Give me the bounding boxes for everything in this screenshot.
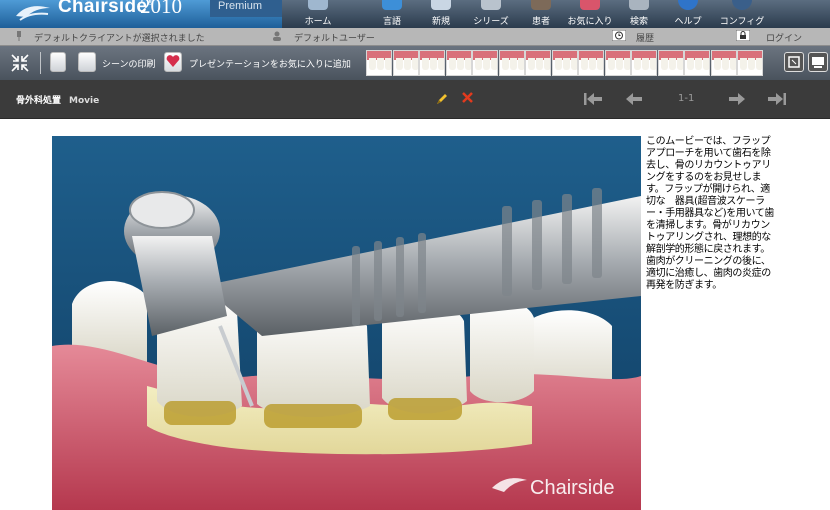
app-edition: Premium	[210, 0, 282, 17]
nav-new[interactable]: 新規	[413, 0, 469, 28]
pin-icon	[17, 31, 21, 41]
content-area: Chairside このムービーでは、フラップアプローチを用いて歯石を除去し、骨…	[0, 119, 830, 510]
scene-thumbnail[interactable]	[631, 50, 657, 76]
nav-patient[interactable]: 患者	[513, 0, 569, 28]
scene-thumbnail[interactable]	[366, 50, 392, 76]
series-icon	[481, 0, 501, 10]
new-icon	[431, 0, 451, 10]
collapse-icon[interactable]	[10, 53, 30, 73]
patient-icon	[531, 0, 551, 10]
scene-thumbnail[interactable]	[419, 50, 445, 76]
search-icon	[629, 0, 649, 10]
brand-area: Chairside® 2010 Premium	[0, 0, 282, 28]
nav-favorites[interactable]: お気に入り	[562, 0, 618, 28]
app-year: 2010	[140, 0, 182, 18]
print-scene-button[interactable]: シーンの印刷	[102, 57, 156, 70]
home-icon	[308, 0, 328, 10]
nav-home[interactable]: ホーム	[290, 0, 346, 28]
print-icon[interactable]	[78, 52, 96, 72]
login-link[interactable]: ログイン	[766, 31, 802, 44]
first-page-icon[interactable]	[584, 93, 602, 105]
heart-icon[interactable]	[164, 52, 182, 72]
nav-language[interactable]: 言語	[364, 0, 420, 28]
add-favorite-button[interactable]: プレゼンテーションをお気に入りに追加	[189, 57, 351, 70]
scene-thumbnail[interactable]	[657, 50, 684, 76]
page-indicator: 1-1	[678, 93, 695, 104]
previous-page-icon[interactable]	[626, 93, 642, 105]
presentation-type: Movie	[69, 96, 100, 106]
language-icon	[382, 0, 402, 10]
client-status: デフォルトクライアントが選択されました	[34, 34, 205, 44]
present-icon[interactable]	[808, 52, 828, 72]
nav-help[interactable]: ヘルプ	[660, 0, 716, 28]
nav-series[interactable]: シリーズ	[463, 0, 519, 28]
scene-thumbnail[interactable]	[445, 50, 472, 76]
dental-scene-image: Chairside	[52, 136, 641, 510]
movie-player[interactable]: Chairside	[52, 136, 641, 510]
config-icon	[732, 0, 752, 10]
user-icon	[273, 31, 281, 41]
status-bar: デフォルトクライアントが選択されました デフォルトユーザー 履歴 ログイン	[0, 28, 830, 46]
nav-config[interactable]: コンフィグ	[714, 0, 770, 28]
scene-thumbnail[interactable]	[737, 50, 763, 76]
toolbar-divider	[40, 52, 41, 74]
nav-search[interactable]: 検索	[611, 0, 667, 28]
scene-thumbnail[interactable]	[472, 50, 498, 76]
scene-thumbnail[interactable]	[525, 50, 551, 76]
lock-icon	[736, 30, 750, 41]
scene-thumbnail[interactable]	[551, 50, 578, 76]
scene-thumbnail[interactable]	[684, 50, 710, 76]
edit-icon[interactable]	[436, 92, 449, 105]
scene-thumbnail[interactable]	[498, 50, 525, 76]
current-user[interactable]: デフォルトユーザー	[294, 31, 375, 44]
scene-thumbnail[interactable]	[578, 50, 604, 76]
fullscreen-icon[interactable]	[784, 52, 804, 72]
app-header: Chairside® 2010 Premium ホーム 言語 新規 シリーズ 患…	[0, 0, 830, 28]
video-watermark: Chairside	[530, 477, 614, 499]
history-link[interactable]: 履歴	[636, 31, 654, 44]
movie-description: このムービーでは、フラップアプローチを用いて歯石を除去し、骨のリカウントゥアリン…	[646, 136, 775, 291]
scene-toolbar: シーンの印刷 プレゼンテーションをお気に入りに追加	[0, 46, 830, 80]
chairside-logo-icon	[16, 6, 50, 21]
next-page-icon[interactable]	[729, 93, 745, 105]
last-page-icon[interactable]	[768, 93, 786, 105]
scene-thumbnail[interactable]	[392, 50, 419, 76]
presentation-title: 骨外科処置 Movie	[16, 96, 100, 106]
scene-thumbnail[interactable]	[604, 50, 631, 76]
scene-thumbnail[interactable]	[710, 50, 737, 76]
delete-icon[interactable]	[462, 92, 473, 103]
document-icon[interactable]	[50, 52, 66, 72]
favorites-icon	[580, 0, 600, 10]
clock-icon	[612, 30, 626, 41]
presentation-bar: 骨外科処置 Movie 1-1	[0, 80, 830, 119]
help-icon	[678, 0, 698, 10]
